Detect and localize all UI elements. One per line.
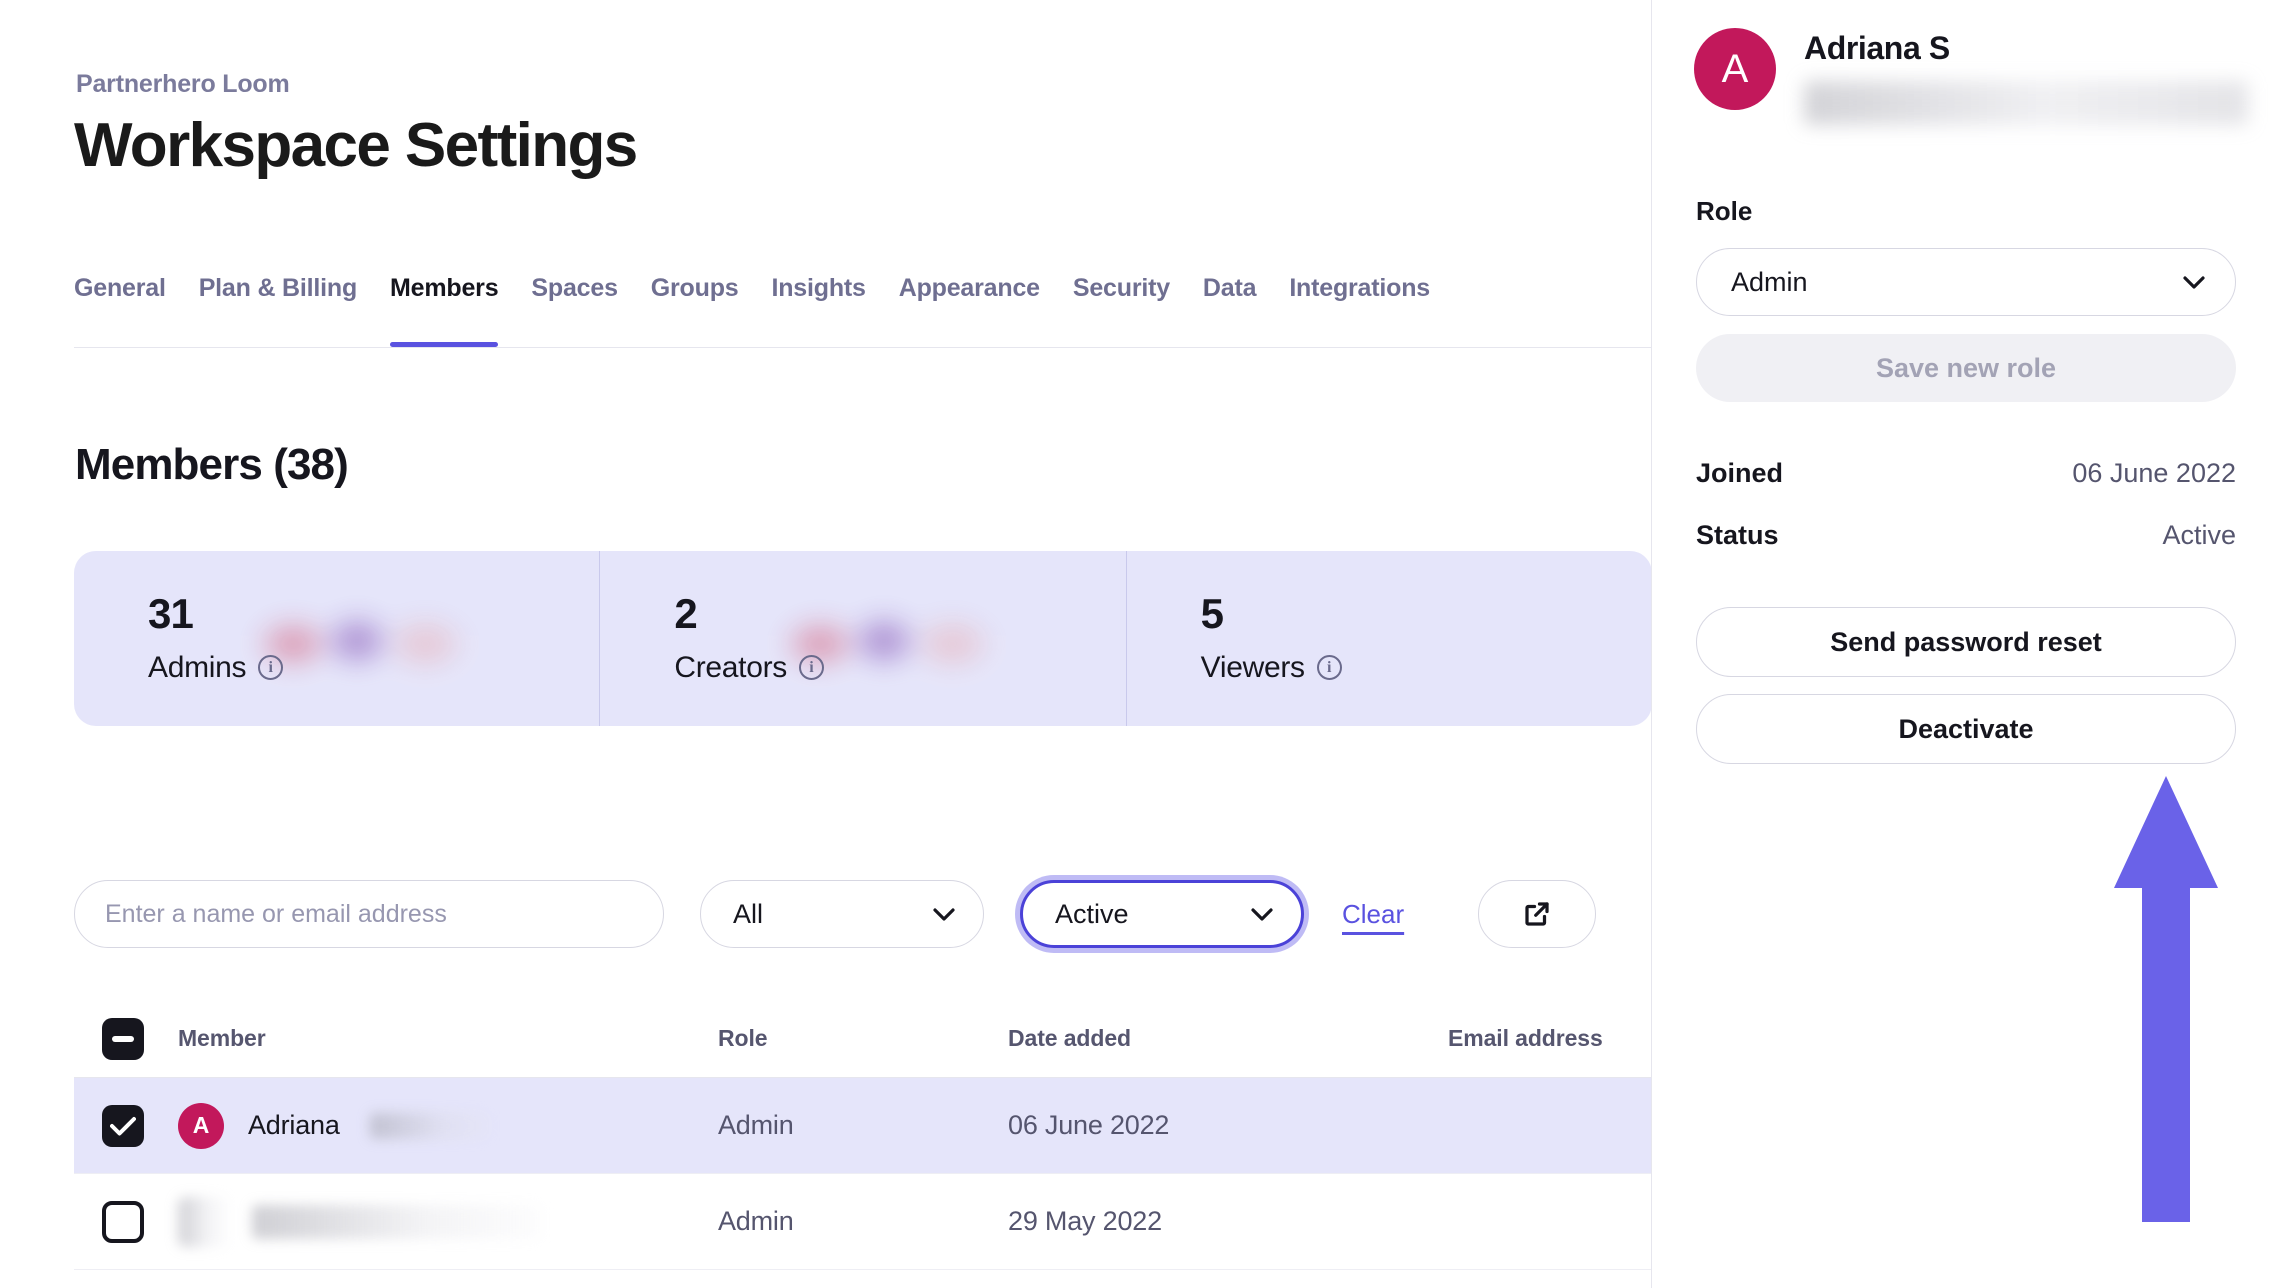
info-icon[interactable]: i: [1317, 655, 1342, 680]
tab-integrations[interactable]: Integrations: [1289, 274, 1430, 347]
chevron-down-icon: [933, 908, 955, 921]
workspace-settings-screen: Partnerhero Loom Workspace Settings Gene…: [0, 0, 2276, 1288]
tab-insights[interactable]: Insights: [771, 274, 865, 347]
info-icon[interactable]: i: [799, 655, 824, 680]
clear-filters-link[interactable]: Clear: [1342, 899, 1404, 930]
panel-header: A Adriana S: [1694, 28, 2248, 125]
check-icon: [110, 1116, 136, 1136]
tab-spaces[interactable]: Spaces: [531, 274, 617, 347]
stat-admins: 31 Admins i: [74, 551, 599, 726]
members-table: Member Role Date added Email address A A…: [74, 1000, 1652, 1270]
member-role: Admin: [718, 1110, 1008, 1141]
page-title: Workspace Settings: [74, 110, 637, 181]
status-filter-value: Active: [1055, 899, 1129, 930]
tab-appearance[interactable]: Appearance: [899, 274, 1040, 347]
tabs-divider: [74, 347, 1652, 348]
joined-value: 06 June 2022: [2072, 458, 2236, 489]
chevron-down-icon: [1251, 908, 1273, 921]
tab-groups[interactable]: Groups: [651, 274, 739, 347]
joined-label: Joined: [1696, 458, 1783, 489]
avatar-redacted: [178, 1197, 228, 1247]
tab-security[interactable]: Security: [1073, 274, 1170, 347]
panel-member-email-redacted: [1804, 81, 2248, 125]
search-input[interactable]: [105, 900, 633, 929]
export-button[interactable]: [1478, 880, 1596, 948]
save-new-role-button[interactable]: Save new role: [1696, 334, 2236, 402]
status-filter-select[interactable]: Active: [1020, 880, 1304, 948]
tab-plan-billing[interactable]: Plan & Billing: [199, 274, 357, 347]
status-badge: Active: [2162, 520, 2236, 551]
settings-tabs: General Plan & Billing Members Spaces Gr…: [74, 275, 1430, 347]
member-name-redacted: [370, 1113, 490, 1139]
row-checkbox[interactable]: [102, 1201, 144, 1243]
stat-creators-count: 2: [674, 592, 824, 636]
filters-bar: All Active Clear: [74, 880, 1596, 948]
main-content: Partnerhero Loom Workspace Settings Gene…: [0, 0, 1652, 1288]
export-icon: [1522, 899, 1552, 929]
search-box[interactable]: [74, 880, 664, 948]
column-header-member[interactable]: Member: [178, 1025, 718, 1052]
deactivate-button[interactable]: Deactivate: [1696, 694, 2236, 764]
send-password-reset-button[interactable]: Send password reset: [1696, 607, 2236, 677]
panel-role-label: Role: [1696, 196, 1752, 227]
status-label: Status: [1696, 520, 1779, 551]
member-date-added: 06 June 2022: [1008, 1110, 1448, 1141]
panel-member-name: Adriana S: [1804, 30, 2248, 67]
member-role: Admin: [718, 1206, 1008, 1237]
stat-admins-count: 31: [148, 592, 283, 636]
table-header-row: Member Role Date added Email address: [74, 1000, 1652, 1078]
tab-general[interactable]: General: [74, 274, 166, 347]
select-all-checkbox[interactable]: [102, 1018, 144, 1060]
avatar: A: [1694, 28, 1776, 110]
role-filter-select[interactable]: All: [700, 880, 984, 948]
stat-viewers: 5 Viewers i: [1126, 551, 1652, 726]
tab-data[interactable]: Data: [1203, 274, 1256, 347]
tab-members[interactable]: Members: [390, 274, 498, 347]
member-name-redacted: [252, 1205, 542, 1239]
member-stats-card: 31 Admins i 2 Creators i: [74, 551, 1652, 726]
column-header-date-added[interactable]: Date added: [1008, 1025, 1448, 1052]
workspace-name: Partnerhero Loom: [76, 70, 290, 99]
avatar: A: [178, 1103, 224, 1149]
status-row: Status Active: [1696, 520, 2236, 551]
info-icon[interactable]: i: [258, 655, 283, 680]
stat-viewers-label: Viewers: [1201, 651, 1305, 685]
column-header-role[interactable]: Role: [718, 1025, 1008, 1052]
member-detail-panel: A Adriana S Role Admin Save new role Joi…: [1652, 0, 2276, 1288]
stat-admins-label: Admins: [148, 651, 246, 685]
member-date-added: 29 May 2022: [1008, 1206, 1448, 1237]
members-heading: Members (38): [75, 440, 348, 490]
minus-icon: [112, 1036, 134, 1042]
stat-viewers-count: 5: [1201, 592, 1342, 636]
panel-role-select[interactable]: Admin: [1696, 248, 2236, 316]
stat-creators: 2 Creators i: [599, 551, 1125, 726]
table-row[interactable]: A Adriana Admin 06 June 2022: [74, 1078, 1652, 1174]
chevron-down-icon: [2183, 276, 2205, 289]
column-header-email[interactable]: Email address: [1448, 1025, 1652, 1052]
table-row[interactable]: Admin 29 May 2022: [74, 1174, 1652, 1270]
stat-creators-label: Creators: [674, 651, 787, 685]
panel-role-value: Admin: [1731, 267, 1808, 298]
joined-row: Joined 06 June 2022: [1696, 458, 2236, 489]
role-filter-value: All: [733, 899, 763, 930]
row-checkbox[interactable]: [102, 1105, 144, 1147]
member-name: Adriana: [248, 1110, 340, 1141]
